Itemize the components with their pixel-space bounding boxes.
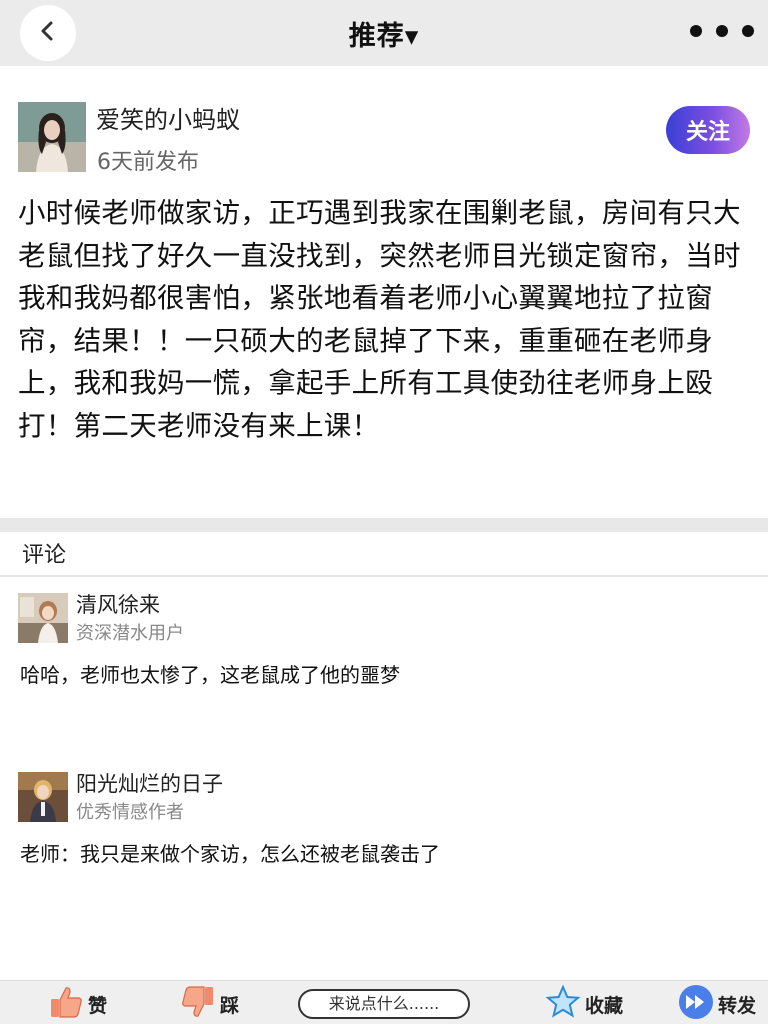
author-name[interactable]: 爱笑的小蚂蚁 (96, 100, 240, 135)
section-divider (0, 518, 768, 532)
bottom-action-bar: 赞 踩 来说点什么...... 收藏 转发 (0, 980, 768, 1024)
publish-time: 6天前发布 (97, 150, 199, 175)
commenter-name[interactable]: 清风徐来 (76, 589, 160, 619)
share-button[interactable]: 转发 (678, 985, 756, 1023)
divider (0, 575, 768, 577)
star-icon (545, 984, 581, 1024)
more-button[interactable] (690, 20, 754, 42)
top-bar: 推荐▾ (0, 0, 768, 66)
dislike-button[interactable]: 踩 (180, 985, 239, 1023)
like-label: 赞 (88, 994, 108, 1017)
dislike-label: 踩 (220, 994, 240, 1017)
thumbs-up-icon (48, 984, 84, 1024)
follow-button[interactable]: 关注 (666, 106, 750, 154)
commenter-avatar[interactable] (18, 772, 68, 822)
commenter-avatar[interactable] (18, 593, 68, 643)
favorite-button[interactable]: 收藏 (545, 984, 624, 1024)
commenter-tag: 优秀情感作者 (76, 802, 184, 823)
thumbs-down-icon (180, 984, 216, 1024)
author-avatar[interactable] (18, 102, 86, 172)
share-label: 转发 (718, 994, 757, 1017)
comment-text: 老师：我只是来做个家访，怎么还被老鼠袭击了 (20, 842, 440, 866)
comment-text: 哈哈，老师也太惨了，这老鼠成了他的噩梦 (20, 663, 400, 687)
commenter-tag: 资深潜水用户 (76, 623, 184, 644)
fast-forward-icon (678, 984, 714, 1024)
favorite-label: 收藏 (585, 994, 624, 1017)
page-title[interactable]: 推荐▾ (0, 14, 768, 53)
comments-heading: 评论 (22, 543, 67, 568)
like-button[interactable]: 赞 (48, 985, 107, 1023)
comment-input[interactable]: 来说点什么...... (298, 989, 470, 1019)
commenter-name[interactable]: 阳光灿烂的日子 (76, 768, 223, 798)
more-dots-icon (690, 25, 702, 37)
post-content: 小时候老师做家访，正巧遇到我家在围剿老鼠，房间有只大老鼠但找了好久一直没找到，突… (18, 197, 741, 442)
